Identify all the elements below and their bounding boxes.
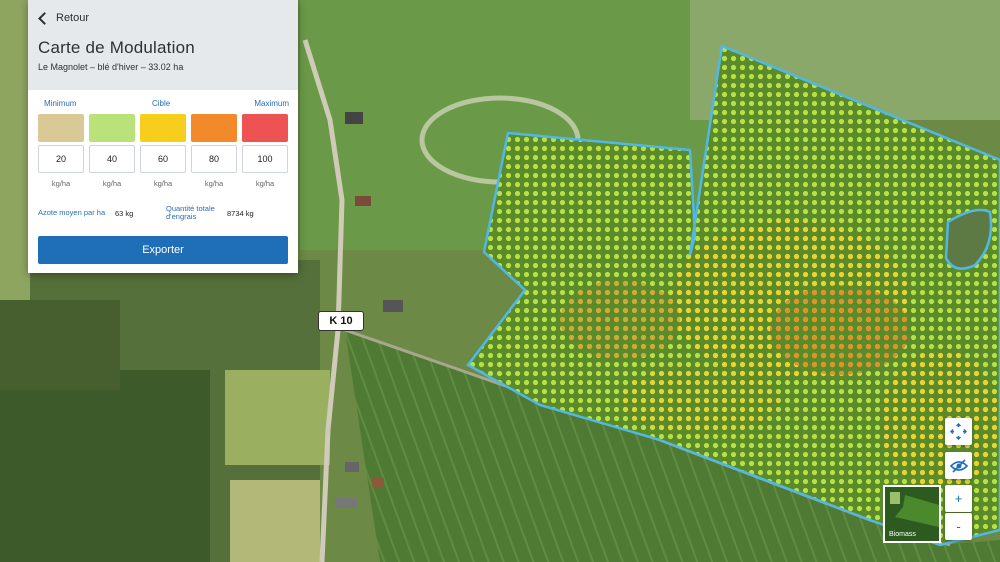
back-button[interactable]: Retour — [38, 11, 90, 25]
field-subtitle: Le Magnolet – blé d'hiver – 33.02 ha — [38, 62, 184, 72]
back-label: Retour — [56, 12, 90, 24]
chevron-left-icon — [38, 11, 51, 25]
swatch-level-4[interactable] — [191, 114, 237, 142]
scale-label-min: Minimum — [44, 99, 77, 108]
avg-nitrogen-label: Azote moyen par ha — [38, 208, 106, 217]
avg-nitrogen-value: 63 kg — [115, 209, 134, 218]
swatch-level-1[interactable] — [38, 114, 84, 142]
swatch-level-3[interactable] — [140, 114, 186, 142]
eye-off-icon — [949, 458, 968, 473]
export-button[interactable]: Exporter — [38, 236, 288, 264]
biomass-label: Biomass — [889, 531, 916, 538]
stats-row: Azote moyen par ha 63 kg Quantité totale… — [38, 205, 290, 225]
dose-input-4[interactable]: 80 — [191, 145, 237, 173]
page-title: Carte de Modulation — [38, 38, 195, 57]
dose-input-5[interactable]: 100 — [242, 145, 288, 173]
road-label: K 10 — [318, 311, 364, 331]
unit-label: kg/ha — [153, 179, 173, 188]
toggle-visibility-button[interactable] — [945, 452, 972, 479]
zoom-in-button[interactable]: + — [945, 485, 972, 512]
zoom-out-button[interactable]: - — [945, 513, 972, 540]
panel-header: Retour Carte de Modulation Le Magnolet –… — [28, 0, 298, 90]
unit-label: kg/ha — [255, 179, 275, 188]
modulation-panel: Retour Carte de Modulation Le Magnolet –… — [28, 0, 298, 273]
scale-labels: Minimum Cible Maximum — [38, 99, 289, 111]
swatch-level-2[interactable] — [89, 114, 135, 142]
total-fertilizer-value: 8734 kg — [227, 209, 254, 218]
dose-input-1[interactable]: 20 — [38, 145, 84, 173]
biomass-layer-button[interactable]: Biomass — [883, 485, 941, 543]
dose-inputs: 20 40 60 80 100 — [38, 145, 288, 173]
recenter-button[interactable] — [945, 418, 972, 445]
swatch-level-5[interactable] — [242, 114, 288, 142]
scale-label-max: Maximum — [254, 99, 289, 108]
dose-input-3[interactable]: 60 — [140, 145, 186, 173]
unit-label: kg/ha — [204, 179, 224, 188]
color-swatches — [38, 114, 288, 142]
total-fertilizer-label-2: d'engrais — [166, 212, 197, 221]
move-arrows-icon — [950, 423, 967, 440]
dose-input-2[interactable]: 40 — [89, 145, 135, 173]
unit-label: kg/ha — [51, 179, 71, 188]
scale-label-target: Cible — [152, 99, 171, 108]
unit-label: kg/ha — [102, 179, 122, 188]
dose-units: kg/ha kg/ha kg/ha kg/ha kg/ha — [38, 179, 288, 188]
